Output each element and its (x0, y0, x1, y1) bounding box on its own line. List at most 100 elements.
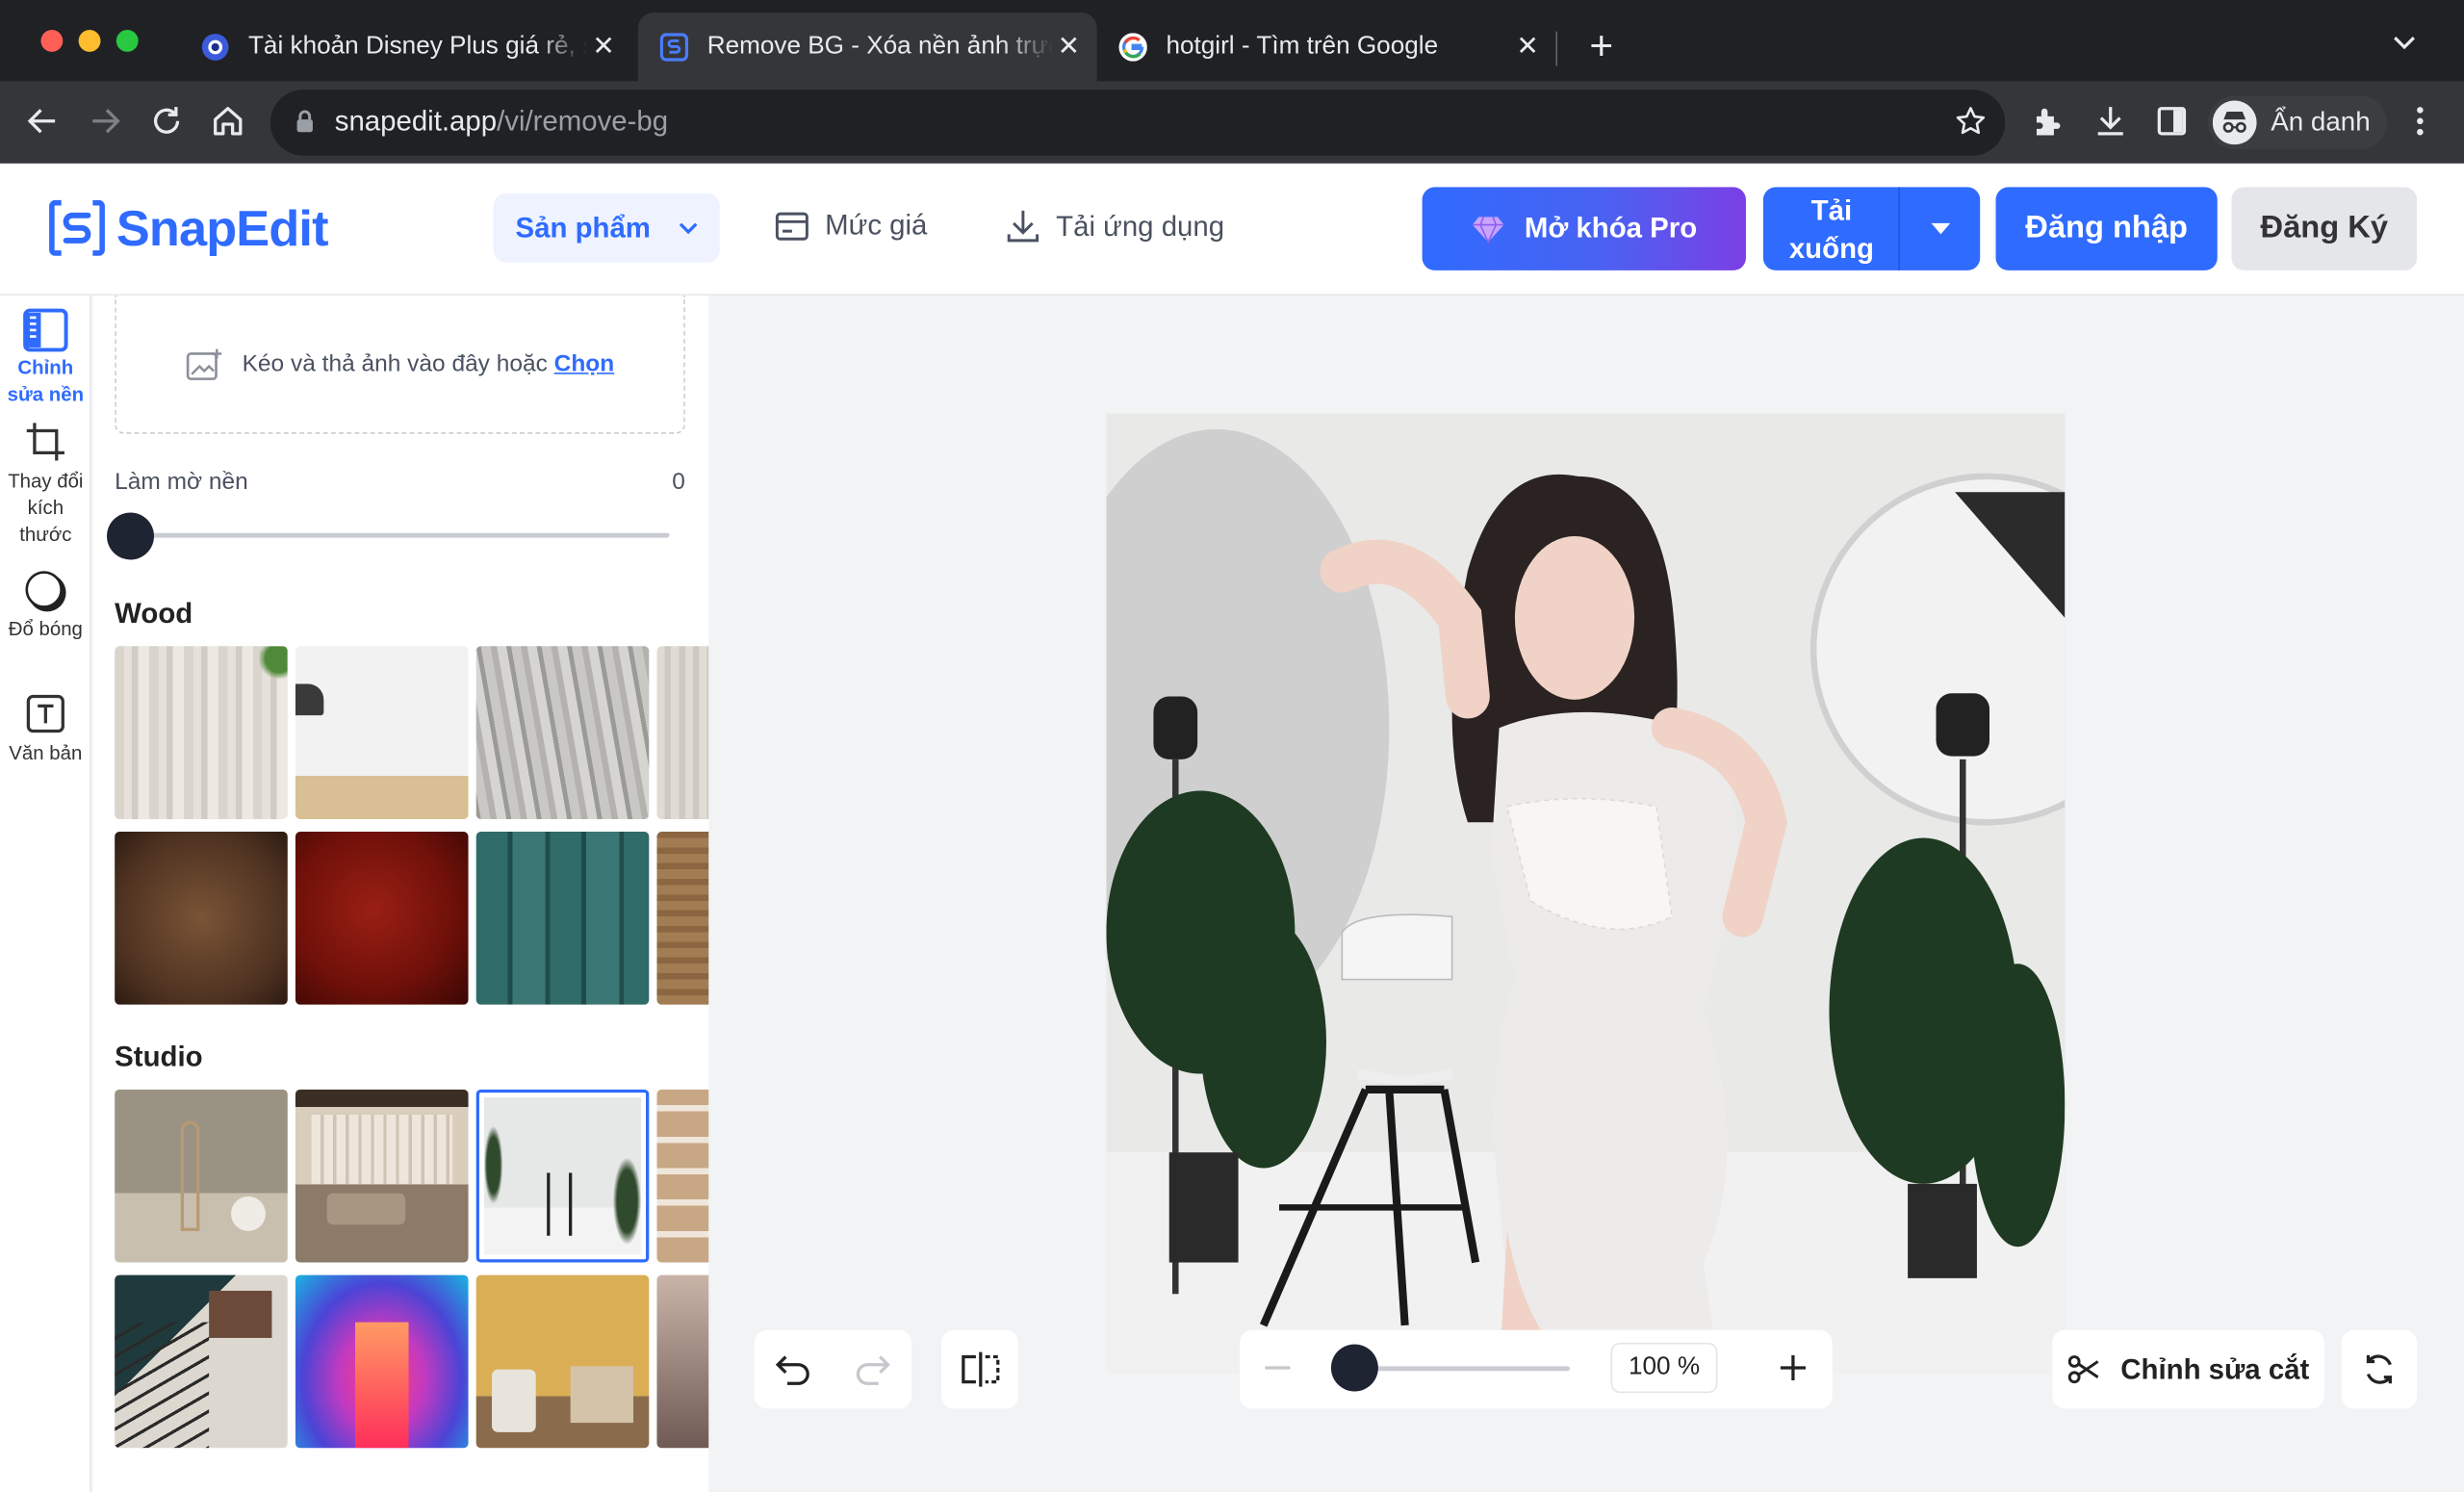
minimize-window-button[interactable] (78, 30, 101, 52)
reset-button[interactable] (2341, 1329, 2418, 1409)
rail-item-background-edit[interactable]: Chỉnh sửa nền (0, 308, 91, 409)
rail-label: Chỉnh (17, 356, 74, 379)
wood-thumbnail[interactable] (115, 832, 288, 1005)
studio-thumbnail[interactable] (656, 1089, 709, 1263)
blur-slider-thumb[interactable] (107, 512, 155, 560)
redo-button[interactable] (833, 1329, 911, 1409)
wood-thumbnail[interactable] (656, 832, 709, 1005)
incognito-icon (2212, 100, 2257, 145)
reload-icon[interactable] (149, 104, 184, 139)
wood-thumbnail[interactable] (295, 646, 469, 819)
download-button[interactable]: Tải xuống (1762, 187, 1900, 270)
section-title-studio: Studio (115, 1041, 203, 1072)
section-title-wood: Wood (115, 597, 193, 630)
signup-button[interactable]: Đăng Ký (2231, 187, 2418, 270)
rail-item-text[interactable]: Văn bản (0, 693, 91, 767)
studio-thumbnail-selected[interactable] (475, 1089, 650, 1263)
tab-search-chevron-icon[interactable] (2392, 35, 2417, 50)
blur-value: 0 (672, 468, 685, 496)
diamond-icon (1471, 215, 1505, 244)
login-button[interactable]: Đăng nhập (1995, 187, 2218, 270)
signup-label: Đăng Ký (2260, 210, 2388, 245)
zoom-out-icon[interactable] (1262, 1352, 1294, 1384)
forward-icon[interactable] (88, 104, 122, 139)
download-icon[interactable] (2093, 104, 2128, 139)
zoom-value: 100 % (1628, 1353, 1701, 1381)
snapedit-icon (659, 33, 689, 62)
nav-download-app[interactable]: Tải ứng dụng (1006, 208, 1224, 245)
studio-thumbnail[interactable] (475, 1274, 650, 1449)
new-tab-button[interactable]: + (1580, 25, 1621, 65)
studio-thumbnail[interactable] (115, 1274, 288, 1449)
back-icon[interactable] (25, 104, 60, 139)
zoom-slider-track[interactable] (1354, 1366, 1571, 1372)
wood-thumbnail[interactable] (475, 832, 650, 1005)
wood-thumbnail[interactable] (295, 832, 469, 1005)
browser-tab-strip: Tài khoản Disney Plus giá rẻ, s ✕ Remove… (0, 0, 2464, 82)
upload-dropzone[interactable]: Kéo và thả ảnh vào đây hoặc Chọn (115, 296, 685, 434)
url-path: /vi/remove-bg (497, 105, 669, 138)
redo-icon (854, 1352, 891, 1387)
zoom-value-box: 100 % (1610, 1342, 1718, 1394)
studio-thumbnail[interactable] (295, 1089, 469, 1263)
crop-icon (25, 422, 65, 462)
wood-thumbnail[interactable] (475, 646, 650, 819)
wood-thumbnail[interactable] (656, 646, 709, 819)
nav-products[interactable]: Sản phẩm (493, 193, 720, 263)
browser-tab-disney[interactable]: Tài khoản Disney Plus giá rẻ, s ✕ (186, 13, 632, 82)
choose-file-link[interactable]: Chọn (554, 350, 615, 377)
tool-rail: Chỉnh sửa nền Thay đổi kích thước Đổ bón… (0, 296, 91, 1492)
browser-menu-icon[interactable] (2414, 104, 2426, 139)
url-host: snapedit.app (334, 105, 498, 138)
blur-slider-track[interactable] (130, 532, 670, 538)
incognito-profile-chip[interactable]: Ẩn danh (2207, 95, 2388, 150)
snapedit-logo-icon (47, 198, 107, 258)
compare-icon (958, 1351, 1002, 1388)
side-panel-icon[interactable] (2154, 104, 2189, 139)
studio-thumbnail[interactable] (115, 1089, 288, 1263)
tab-title: hotgirl - Tìm trên Google (1166, 33, 1439, 61)
rail-label: kích (27, 497, 64, 519)
close-tab-icon[interactable]: ✕ (1053, 32, 1085, 64)
zoom-window-button[interactable] (116, 30, 139, 52)
download-app-icon (1006, 208, 1040, 245)
extensions-icon[interactable] (2030, 104, 2065, 139)
close-window-button[interactable] (40, 30, 64, 52)
text-icon (25, 693, 65, 733)
download-app-label: Tải ứng dụng (1056, 210, 1225, 242)
edit-cut-button[interactable]: Chỉnh sửa cắt (2052, 1329, 2324, 1409)
home-icon[interactable] (211, 104, 245, 139)
products-label: Sản phẩm (515, 211, 651, 244)
rail-item-resize[interactable]: Thay đổi kích thước (0, 422, 91, 549)
download-options-button[interactable] (1899, 187, 1981, 270)
wood-thumbnail[interactable] (115, 646, 288, 819)
rail-item-shadow[interactable]: Đổ bóng (0, 569, 91, 643)
zoom-slider-thumb[interactable] (1330, 1344, 1378, 1392)
zoom-in-icon[interactable] (1778, 1352, 1810, 1384)
bookmark-star-icon[interactable] (1955, 105, 1987, 137)
browser-tab-google[interactable]: hotgirl - Tìm trên Google ✕ (1103, 13, 1555, 82)
pricing-icon (775, 210, 809, 242)
url-text[interactable]: snapedit.app/vi/remove-bg (335, 104, 668, 139)
compare-button[interactable] (940, 1329, 1018, 1409)
studio-thumbnail[interactable] (656, 1274, 709, 1449)
snapedit-logo[interactable]: SnapEdit (47, 198, 329, 258)
chevron-down-icon (679, 221, 698, 235)
edited-photo[interactable] (1106, 413, 2066, 1373)
undo-button[interactable] (754, 1329, 834, 1409)
unlock-pro-button[interactable]: Mở khóa Pro (1422, 187, 1746, 270)
scissors-icon (2067, 1353, 2102, 1385)
close-tab-icon[interactable]: ✕ (1512, 32, 1544, 64)
blur-label: Làm mờ nền (115, 468, 248, 496)
rail-label: Đổ bóng (8, 617, 83, 640)
rail-label: sửa nền (7, 383, 85, 406)
studio-thumbnail[interactable] (295, 1274, 469, 1449)
browser-tab-snapedit[interactable]: Remove BG - Xóa nền ảnh trực ✕ (637, 13, 1097, 82)
download-label-line1: Tải (1810, 193, 1853, 226)
close-tab-icon[interactable]: ✕ (588, 32, 620, 64)
lock-icon[interactable] (295, 109, 315, 134)
nav-pricing[interactable]: Mức giá (775, 209, 927, 242)
background-edit-icon (22, 308, 69, 352)
pricing-label: Mức giá (825, 209, 928, 241)
unlock-pro-label: Mở khóa Pro (1524, 212, 1698, 244)
